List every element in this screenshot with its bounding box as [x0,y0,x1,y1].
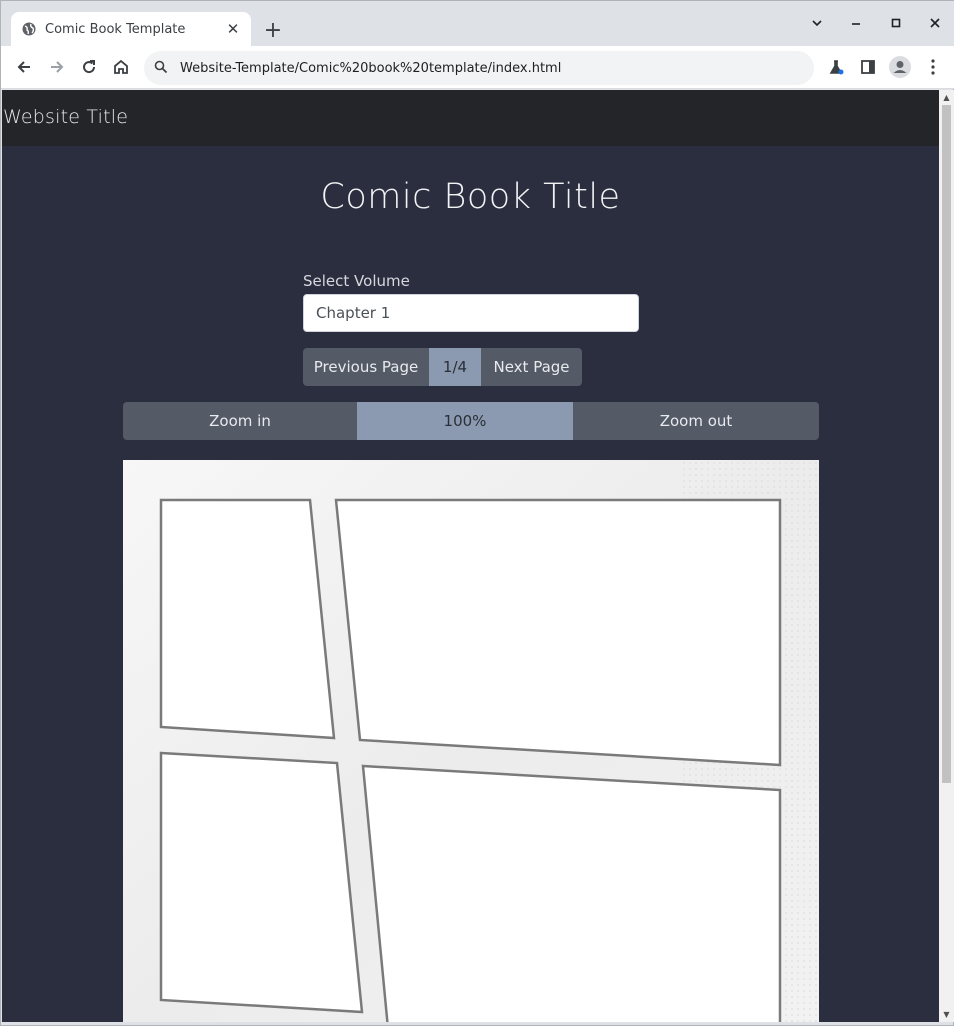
page-navigation: Previous Page 1/4 Next Page [303,348,582,386]
volume-select[interactable]: Chapter 1 [303,294,639,332]
address-bar[interactable]: Website-Template/Comic%20book%20template… [144,51,814,85]
comic-panel [159,751,364,1014]
back-icon[interactable] [10,53,38,81]
scroll-down-arrow-icon[interactable]: ▼ [939,1007,954,1022]
zoom-controls: Zoom in 100% Zoom out [123,402,819,440]
next-page-button[interactable]: Next Page [481,348,582,386]
scroll-thumb[interactable] [942,105,951,783]
maximize-icon[interactable] [882,9,910,37]
flask-icon[interactable] [822,53,850,81]
home-icon[interactable] [107,53,135,81]
chevron-down-icon[interactable] [803,9,831,37]
zoom-in-button[interactable]: Zoom in [123,402,357,440]
tab-title: Comic Book Template [45,21,186,37]
side-panel-icon[interactable] [854,53,882,81]
browser-tab[interactable]: Comic Book Template ✕ [11,12,251,46]
minimize-icon[interactable] [842,9,870,37]
page-indicator: 1/4 [429,348,481,386]
comic-panel [159,498,336,740]
tab-strip: Comic Book Template ✕ + [1,1,954,46]
scrollbar[interactable]: ▲ ▼ [939,90,954,1022]
previous-page-button[interactable]: Previous Page [303,348,429,386]
site-title[interactable]: Website Title [3,106,128,128]
url-text: Website-Template/Comic%20book%20template… [180,60,562,76]
comic-panel [334,498,782,767]
comic-page-image [123,460,819,1022]
browser-toolbar: Website-Template/Comic%20book%20template… [1,46,954,89]
globe-icon [21,21,37,37]
volume-selected-value: Chapter 1 [316,304,391,322]
comic-panel [361,764,782,1022]
plus-icon[interactable]: + [259,16,287,44]
close-icon[interactable] [921,9,949,37]
volume-label: Select Volume [303,272,410,290]
forward-icon[interactable] [43,53,71,81]
search-icon [154,59,168,78]
scroll-up-arrow-icon[interactable]: ▲ [939,90,954,105]
zoom-out-button[interactable]: Zoom out [573,402,819,440]
comic-panels-svg [123,460,819,1022]
site-header: Website Title [2,90,939,146]
page-viewport: Website Title Comic Book Title Select Vo… [2,90,939,1022]
menu-icon[interactable] [919,53,947,81]
profile-icon[interactable] [886,53,914,81]
zoom-level: 100% [357,402,573,440]
close-icon[interactable]: ✕ [225,21,241,37]
page-title: Comic Book Title [320,177,621,217]
browser-window: Comic Book Template ✕ + Website-Template… [0,0,954,1026]
reload-icon[interactable] [75,53,103,81]
